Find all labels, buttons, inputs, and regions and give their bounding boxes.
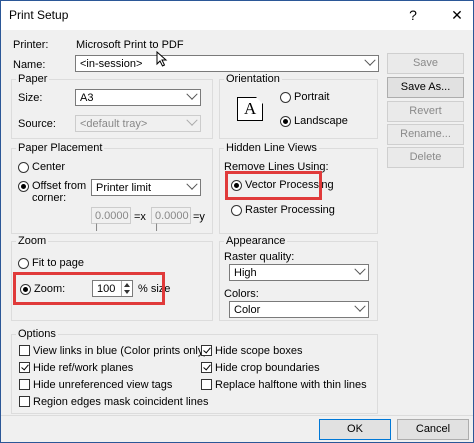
orientation-group-title: Orientation [224, 73, 282, 85]
chevron-down-icon [186, 114, 198, 126]
ok-button[interactable]: OK [319, 419, 391, 440]
offset-label-line2: corner: [32, 192, 67, 204]
close-button[interactable]: ✕ [441, 1, 473, 30]
size-select-value: A3 [80, 92, 94, 104]
paper-group-title: Paper [16, 73, 50, 85]
view-links-blue-checkbox[interactable] [19, 345, 30, 356]
chevron-down-icon [354, 263, 366, 275]
printer-label: Printer: [13, 39, 49, 51]
name-label: Name: [13, 59, 46, 71]
hidden-line-views-title: Hidden Line Views [224, 142, 319, 154]
footer-divider [1, 415, 473, 416]
colors-label: Colors: [224, 288, 259, 300]
options-group-title: Options [16, 328, 58, 340]
offset-select-value: Printer limit [96, 182, 152, 194]
colors-value: Color [234, 304, 261, 316]
hide-unreferenced-tags-checkbox[interactable] [19, 379, 30, 390]
preview-letter: A [244, 99, 257, 118]
printer-value: Microsoft Print to PDF [76, 39, 184, 51]
source-select-value: <default tray> [80, 118, 148, 130]
chevron-down-icon [364, 54, 376, 66]
zoom-group-title: Zoom [16, 235, 49, 247]
source-label: Source: [18, 118, 56, 130]
hide-unreferenced-tags-label: Hide unreferenced view tags [33, 379, 173, 391]
replace-halftone-checkbox[interactable] [201, 379, 212, 390]
save-as-button[interactable]: Save As... [387, 77, 464, 98]
x-offset-value: 0.0000 I [95, 210, 129, 234]
chevron-down-icon [186, 178, 198, 190]
vector-processing-highlight [225, 171, 322, 200]
cancel-button[interactable]: Cancel [397, 419, 469, 440]
rename-button[interactable]: Rename... [387, 124, 464, 145]
fit-to-page-label: Fit to page [32, 257, 84, 269]
y-label: =y [193, 211, 205, 223]
x-label: =x [134, 211, 146, 223]
title-bar: Print Setup ? ✕ [1, 1, 473, 30]
page-fold [256, 97, 263, 104]
size-label: Size: [18, 92, 43, 104]
offset-label-line1: Offset from [32, 180, 87, 192]
size-select[interactable]: A3 [75, 88, 201, 106]
view-links-blue-label: View links in blue (Color prints only) [33, 345, 208, 357]
fit-to-page-radio[interactable] [18, 258, 29, 269]
zoom-highlight [13, 272, 165, 305]
raster-quality-select[interactable]: High [229, 263, 369, 281]
appearance-group-title: Appearance [224, 235, 288, 247]
raster-quality-label: Raster quality: [224, 251, 295, 263]
hide-scope-boxes-checkbox[interactable] [201, 345, 212, 356]
close-icon: ✕ [451, 7, 463, 23]
y-offset-input[interactable]: 0.0000 I [151, 207, 191, 234]
chevron-down-icon [186, 88, 198, 100]
save-button[interactable]: Save [387, 53, 464, 74]
x-offset-input[interactable]: 0.0000 I [91, 207, 131, 234]
name-select[interactable]: <in-session> [75, 54, 379, 72]
hide-crop-boundaries-label: Hide crop boundaries [215, 362, 320, 374]
raster-processing-label: Raster Processing [245, 204, 335, 216]
portrait-label: Portrait [294, 91, 330, 103]
raster-quality-value: High [234, 267, 257, 279]
dialog-title: Print Setup [9, 8, 69, 22]
center-radio[interactable] [18, 162, 29, 173]
hide-scope-boxes-label: Hide scope boxes [215, 345, 303, 357]
source-select[interactable]: <default tray> [75, 114, 201, 132]
hide-ref-work-planes-label: Hide ref/work planes [33, 362, 134, 374]
help-button[interactable]: ? [397, 1, 429, 30]
mouse-cursor-icon [156, 51, 168, 67]
colors-select[interactable]: Color [229, 300, 369, 318]
raster-processing-radio[interactable] [231, 205, 242, 216]
offset-radio[interactable] [18, 181, 29, 192]
name-select-value: <in-session> [80, 58, 143, 70]
offset-select[interactable]: Printer limit [91, 178, 201, 196]
replace-halftone-label: Replace halftone with thin lines [215, 379, 367, 391]
region-edges-mask-checkbox[interactable] [19, 396, 30, 407]
center-label: Center [32, 161, 66, 173]
hide-crop-boundaries-checkbox[interactable] [201, 362, 212, 373]
hide-ref-work-planes-checkbox[interactable] [19, 362, 30, 373]
print-setup-dialog: Print Setup ? ✕ Printer: Microsoft Print… [0, 0, 474, 443]
delete-button[interactable]: Delete [387, 147, 464, 168]
landscape-label: Landscape [294, 115, 348, 127]
revert-button[interactable]: Revert [387, 101, 464, 122]
y-offset-value: 0.0000 I [155, 210, 189, 234]
chevron-down-icon [354, 300, 366, 312]
landscape-radio[interactable] [280, 116, 291, 127]
portrait-radio[interactable] [280, 92, 291, 103]
paper-placement-title: Paper Placement [16, 142, 105, 154]
region-edges-mask-label: Region edges mask coincident lines [33, 396, 209, 408]
landscape-preview-icon: A [237, 97, 263, 121]
